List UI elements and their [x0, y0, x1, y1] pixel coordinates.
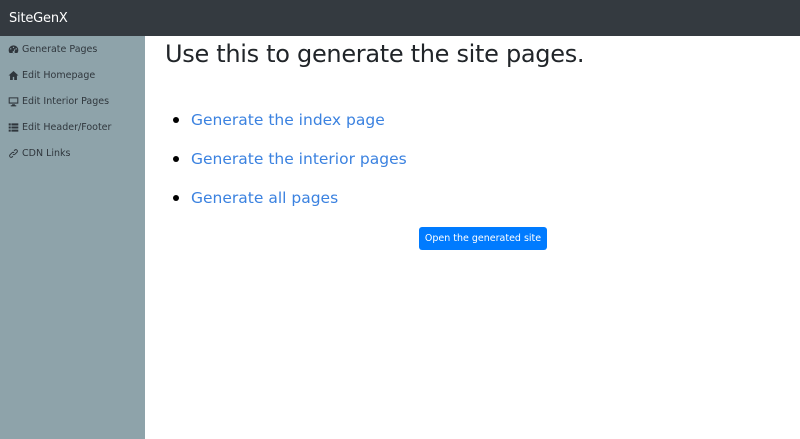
- dashboard-icon: [8, 44, 19, 55]
- sidebar-item-label: Edit Interior Pages: [22, 95, 110, 107]
- sidebar-item-edit-homepage[interactable]: Edit Homepage: [0, 62, 145, 88]
- sidebar-item-generate-pages[interactable]: Generate Pages: [0, 36, 145, 62]
- bullet-icon: [173, 155, 179, 162]
- sidebar: Generate Pages Edit Homepage Edit Interi…: [0, 36, 145, 439]
- sidebar-item-label: CDN Links: [22, 147, 71, 159]
- generate-interior-link[interactable]: Generate the interior pages: [191, 150, 407, 168]
- sidebar-item-edit-header-footer[interactable]: Edit Header/Footer: [0, 114, 145, 140]
- desktop-icon: [8, 96, 19, 107]
- generate-links-list: Generate the index page Generate the int…: [173, 100, 407, 217]
- link-icon: [8, 148, 19, 159]
- sidebar-item-label: Edit Homepage: [22, 69, 96, 81]
- list-icon: [8, 122, 19, 133]
- page-title: Use this to generate the site pages.: [165, 40, 585, 68]
- generate-index-link[interactable]: Generate the index page: [191, 111, 385, 129]
- list-item: Generate the index page: [173, 100, 407, 139]
- sidebar-item-label: Edit Header/Footer: [22, 121, 112, 133]
- open-generated-site-button[interactable]: Open the generated site: [419, 227, 547, 250]
- sidebar-item-label: Generate Pages: [22, 43, 98, 55]
- list-item: Generate the interior pages: [173, 139, 407, 178]
- main-content: Use this to generate the site pages. Gen…: [145, 36, 800, 439]
- top-navbar: SiteGenX: [0, 0, 800, 36]
- bullet-icon: [173, 116, 179, 123]
- sidebar-item-edit-interior-pages[interactable]: Edit Interior Pages: [0, 88, 145, 114]
- brand-title[interactable]: SiteGenX: [9, 11, 68, 26]
- bullet-icon: [173, 194, 179, 201]
- sidebar-item-cdn-links[interactable]: CDN Links: [0, 140, 145, 166]
- list-item: Generate all pages: [173, 178, 407, 217]
- generate-all-link[interactable]: Generate all pages: [191, 189, 338, 207]
- home-icon: [8, 70, 19, 81]
